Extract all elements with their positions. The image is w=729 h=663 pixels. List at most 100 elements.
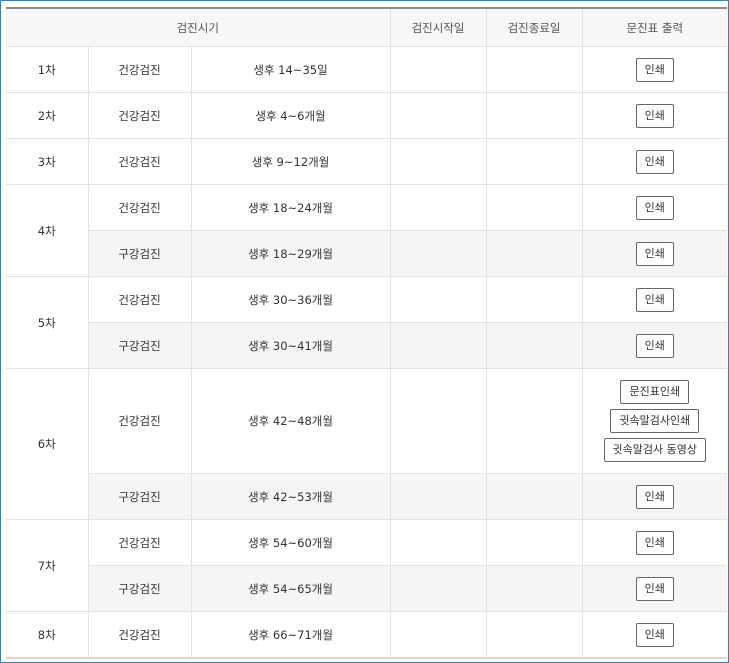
checkup-type-cell: 건강검진 — [87, 138, 192, 185]
table-row: 구강검진 생후 42~53개월 인쇄 — [6, 473, 728, 520]
checkup-type-cell: 건강검진 — [87, 92, 192, 139]
checkup-type-cell: 건강검진 — [87, 184, 192, 231]
start-date-cell — [389, 322, 487, 369]
table-row: 5차 건강검진 생후 30~36개월 인쇄 — [6, 276, 728, 369]
table-row: 구강검진 생후 18~29개월 인쇄 — [6, 230, 728, 277]
end-date-cell — [485, 184, 583, 231]
print-cell: 인쇄 — [581, 138, 728, 185]
start-date-cell — [389, 230, 487, 277]
round-cell: 8차 — [6, 611, 89, 659]
checkup-type-cell: 건강검진 — [87, 519, 192, 566]
print-button[interactable]: 인쇄 — [635, 57, 674, 82]
content-frame: 검진시기 검진시작일 검진종료일 문진표 출력 1차 건강검진 생후 14~35… — [0, 0, 729, 663]
print-cell: 인쇄 — [581, 611, 728, 659]
header-period: 검진시기 — [6, 7, 391, 47]
end-date-cell — [485, 473, 583, 520]
checkup-type-cell: 구강검진 — [87, 473, 192, 520]
start-date-cell — [389, 184, 487, 231]
start-date-cell — [389, 565, 487, 612]
age-range-cell: 생후 30~36개월 — [190, 276, 391, 323]
table-row: 1차 건강검진 생후 14~35일 인쇄 — [6, 46, 728, 93]
start-date-cell — [389, 473, 487, 520]
age-range-cell: 생후 9~12개월 — [190, 138, 391, 185]
header-start-date: 검진시작일 — [389, 7, 487, 47]
print-button[interactable]: 인쇄 — [635, 576, 674, 601]
start-date-cell — [389, 611, 487, 659]
round-cell: 5차 — [6, 276, 89, 369]
round-cell: 3차 — [6, 138, 89, 185]
whisper-test-print-button[interactable]: 귓속말검사인쇄 — [610, 409, 700, 433]
checkup-type-cell: 구강검진 — [87, 565, 192, 612]
print-cell: 인쇄 — [581, 92, 728, 139]
age-range-cell: 생후 30~41개월 — [190, 322, 391, 369]
age-range-cell: 생후 18~29개월 — [190, 230, 391, 277]
table-header-row: 검진시기 검진시작일 검진종료일 문진표 출력 — [6, 7, 728, 47]
print-button[interactable]: 인쇄 — [635, 103, 674, 128]
round-cell: 7차 — [6, 519, 89, 612]
print-button[interactable]: 인쇄 — [635, 241, 674, 266]
start-date-cell — [389, 519, 487, 566]
table-row: 6차 건강검진 생후 42~48개월 문진표인쇄 귓속말검사인쇄 귓속말검사 동… — [6, 368, 728, 520]
print-cell: 인쇄 — [581, 473, 728, 520]
round-cell: 1차 — [6, 46, 89, 93]
start-date-cell — [389, 138, 487, 185]
end-date-cell — [485, 368, 583, 474]
table-row: 3차 건강검진 생후 9~12개월 인쇄 — [6, 138, 728, 185]
print-button-group: 문진표인쇄 귓속말검사인쇄 귓속말검사 동영상 — [583, 380, 728, 462]
table-row: 구강검진 생후 30~41개월 인쇄 — [6, 322, 728, 369]
table-row: 4차 건강검진 생후 18~24개월 인쇄 — [6, 184, 728, 277]
checkup-type-cell: 구강검진 — [87, 322, 192, 369]
end-date-cell — [485, 322, 583, 369]
age-range-cell: 생후 42~53개월 — [190, 473, 391, 520]
round-cell: 6차 — [6, 368, 89, 520]
print-button[interactable]: 인쇄 — [635, 333, 674, 358]
age-range-cell: 생후 54~60개월 — [190, 519, 391, 566]
print-cell: 인쇄 — [581, 322, 728, 369]
print-button[interactable]: 인쇄 — [635, 530, 674, 555]
age-range-cell: 생후 66~71개월 — [190, 611, 391, 659]
end-date-cell — [485, 611, 583, 659]
end-date-cell — [485, 46, 583, 93]
print-button[interactable]: 인쇄 — [635, 195, 674, 220]
print-cell: 인쇄 — [581, 230, 728, 277]
questionnaire-print-button[interactable]: 문진표인쇄 — [620, 380, 690, 404]
start-date-cell — [389, 276, 487, 323]
table-row: 8차 건강검진 생후 66~71개월 인쇄 — [6, 611, 728, 659]
end-date-cell — [485, 565, 583, 612]
print-button[interactable]: 인쇄 — [635, 287, 674, 312]
start-date-cell — [389, 46, 487, 93]
print-cell: 인쇄 — [581, 46, 728, 93]
print-button[interactable]: 인쇄 — [635, 149, 674, 174]
checkup-type-cell: 건강검진 — [87, 368, 192, 474]
table-row: 7차 건강검진 생후 54~60개월 인쇄 — [6, 519, 728, 612]
header-print: 문진표 출력 — [581, 7, 728, 47]
end-date-cell — [485, 138, 583, 185]
print-cell: 문진표인쇄 귓속말검사인쇄 귓속말검사 동영상 — [581, 368, 728, 474]
age-range-cell: 생후 18~24개월 — [190, 184, 391, 231]
print-button[interactable]: 인쇄 — [635, 484, 674, 509]
round-cell: 4차 — [6, 184, 89, 277]
print-cell: 인쇄 — [581, 276, 728, 323]
age-range-cell: 생후 42~48개월 — [190, 368, 391, 474]
round-cell: 2차 — [6, 92, 89, 139]
table-row: 2차 건강검진 생후 4~6개월 인쇄 — [6, 92, 728, 139]
whisper-test-video-button[interactable]: 귓속말검사 동영상 — [603, 438, 707, 462]
end-date-cell — [485, 230, 583, 277]
header-end-date: 검진종료일 — [485, 7, 583, 47]
print-cell: 인쇄 — [581, 565, 728, 612]
checkup-type-cell: 건강검진 — [87, 611, 192, 659]
age-range-cell: 생후 54~65개월 — [190, 565, 391, 612]
start-date-cell — [389, 368, 487, 474]
table-row: 구강검진 생후 54~65개월 인쇄 — [6, 565, 728, 612]
print-cell: 인쇄 — [581, 184, 728, 231]
start-date-cell — [389, 92, 487, 139]
checkup-type-cell: 건강검진 — [87, 276, 192, 323]
end-date-cell — [485, 92, 583, 139]
print-cell: 인쇄 — [581, 519, 728, 566]
age-range-cell: 생후 4~6개월 — [190, 92, 391, 139]
end-date-cell — [485, 276, 583, 323]
checkup-schedule-table: 검진시기 검진시작일 검진종료일 문진표 출력 1차 건강검진 생후 14~35… — [6, 7, 728, 659]
print-button[interactable]: 인쇄 — [635, 622, 674, 647]
end-date-cell — [485, 519, 583, 566]
age-range-cell: 생후 14~35일 — [190, 46, 391, 93]
